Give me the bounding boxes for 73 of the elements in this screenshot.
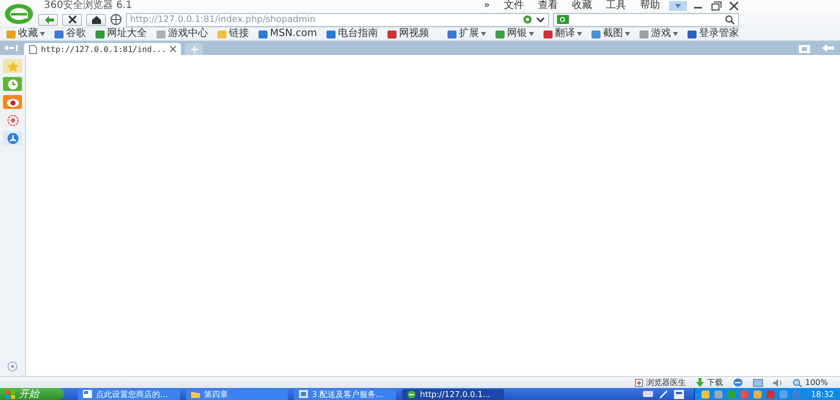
keyboard-icon[interactable] — [642, 391, 653, 397]
bookmark[interactable]: 网视频 — [399, 28, 429, 40]
windows-logo-icon — [6, 390, 15, 398]
taskbar-button[interactable]: http://127.0.0.1... — [402, 388, 504, 400]
caret-icon — [40, 32, 45, 36]
home-icon — [90, 14, 102, 24]
app-icon — [83, 390, 92, 398]
screen-icon[interactable] — [753, 378, 764, 386]
target-icon — [6, 114, 20, 126]
taskbar-button[interactable]: 3.配送及客户服务... — [294, 388, 396, 400]
search-engine-icon[interactable] — [557, 15, 569, 24]
taskbar-button[interactable]: 点此设置您商店的... — [78, 388, 180, 400]
star-icon — [6, 60, 20, 72]
sidebar-app-button[interactable] — [3, 131, 22, 145]
toolbar-tool[interactable]: 翻译 — [555, 28, 575, 40]
menu-item[interactable]: 查看 — [531, 0, 565, 12]
bookmark[interactable]: 网址大全 — [107, 28, 147, 40]
menu-item[interactable]: 收藏 — [565, 0, 599, 12]
search-icon[interactable] — [725, 14, 735, 24]
undo-icon[interactable] — [822, 44, 834, 52]
caret-icon — [481, 32, 486, 36]
browser-logo-icon — [4, 2, 34, 24]
menu-item[interactable]: 帮助 — [633, 0, 667, 12]
speaker-icon[interactable] — [773, 378, 784, 386]
bookmark[interactable]: 收藏 — [18, 28, 38, 40]
caret-icon — [529, 32, 534, 36]
plus-icon — [190, 46, 198, 52]
zoom-icon — [793, 378, 802, 386]
bookmark[interactable]: 电台指南 — [338, 28, 378, 40]
browser-doctor-link[interactable]: 浏览器医生 — [646, 377, 686, 388]
clock-icon — [6, 78, 20, 90]
refresh-icon[interactable] — [523, 15, 532, 24]
gear-icon[interactable] — [7, 361, 18, 372]
window-icon[interactable] — [799, 44, 810, 52]
caret-icon — [577, 32, 582, 36]
close-icon[interactable] — [170, 46, 176, 52]
stop-button[interactable] — [62, 14, 82, 26]
toolbar-tool[interactable]: 游戏 — [651, 28, 671, 40]
language-icon[interactable] — [674, 390, 684, 398]
app-icon — [407, 390, 416, 398]
stop-icon — [66, 14, 78, 24]
toolbar-tool[interactable]: 扩展 — [459, 28, 479, 40]
toolbar-tool[interactable]: 网银 — [507, 28, 527, 40]
caret-icon — [625, 32, 630, 36]
history-button[interactable] — [3, 77, 22, 91]
security-icon — [110, 14, 122, 25]
sidebar-app-button[interactable] — [3, 113, 22, 127]
home-button[interactable] — [86, 14, 106, 26]
bookmark[interactable]: 链接 — [229, 28, 249, 40]
new-tab-button[interactable] — [185, 43, 204, 55]
browser-tab[interactable]: http://127.0.0.1:81/ind... — [24, 43, 182, 55]
more-menu[interactable]: » — [476, 0, 497, 12]
app-icon — [299, 390, 308, 398]
bookmark[interactable]: MSN.com — [270, 28, 317, 40]
toolbar-tool[interactable]: 登录管家 — [699, 28, 739, 40]
zoom-level[interactable]: 100% — [805, 378, 828, 387]
menu-item[interactable]: 工具 — [599, 0, 633, 12]
caret-icon — [673, 32, 678, 36]
dropdown-icon[interactable] — [536, 15, 545, 24]
pen-icon[interactable] — [658, 390, 668, 398]
clock: 18:32 — [810, 390, 834, 398]
plus-box-icon — [635, 378, 644, 386]
download-link[interactable]: 下载 — [707, 377, 724, 388]
toolbar-tool[interactable]: 截图 — [603, 28, 623, 40]
bookmark[interactable]: 谷歌 — [66, 28, 86, 40]
back-icon — [42, 14, 54, 24]
taskbar-button[interactable]: 第四章 — [186, 388, 288, 400]
search-field[interactable] — [553, 12, 739, 26]
figure-icon — [6, 132, 20, 144]
download-icon — [696, 378, 704, 387]
back-button[interactable] — [38, 14, 58, 26]
bookmark[interactable]: 游戏中心 — [168, 28, 208, 40]
page-icon — [29, 44, 37, 54]
